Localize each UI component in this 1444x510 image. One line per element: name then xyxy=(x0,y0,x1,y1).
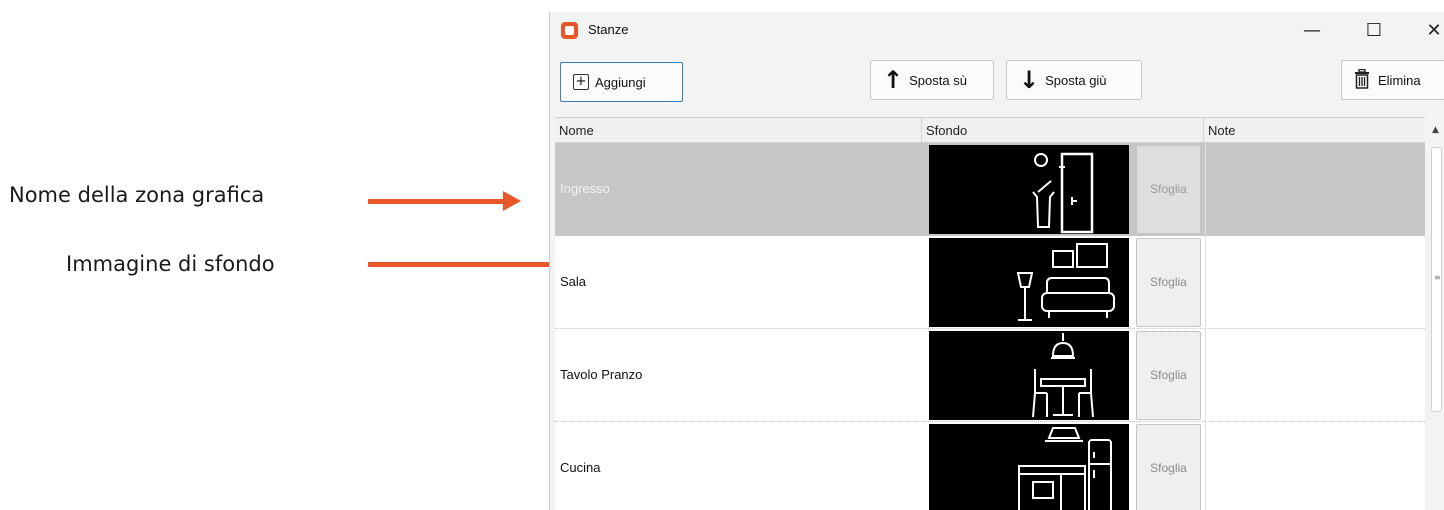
browse-button[interactable]: Sfoglia xyxy=(1136,331,1201,420)
title-bar: Stanze — ☐ ✕ xyxy=(550,12,1444,50)
window-title: Stanze xyxy=(588,22,629,37)
browse-button[interactable]: Sfoglia xyxy=(1136,424,1201,510)
column-header-note[interactable]: Note xyxy=(1204,118,1425,143)
room-name-cell[interactable]: Tavolo Pranzo xyxy=(555,329,922,421)
column-header-name[interactable]: Nome xyxy=(555,118,922,143)
scrollbar-thumb[interactable]: ≡ xyxy=(1431,147,1442,412)
background-image-cell[interactable] xyxy=(929,424,1129,510)
background-image-cell[interactable] xyxy=(929,145,1129,234)
browse-button[interactable]: Sfoglia xyxy=(1136,238,1201,327)
room-name-cell[interactable]: Sala xyxy=(555,236,922,328)
table-row[interactable]: Sala Sfoglia xyxy=(555,236,1425,329)
plus-box-icon: + xyxy=(573,74,589,90)
app-icon xyxy=(561,22,578,39)
column-header-background[interactable]: Sfondo xyxy=(922,118,1204,143)
minimize-button[interactable]: — xyxy=(1290,14,1334,48)
annotation-arrowhead-zone-name xyxy=(503,191,521,211)
scroll-up-arrow-icon[interactable]: ▲ xyxy=(1432,125,1439,135)
room-name-cell[interactable]: Cucina xyxy=(555,422,922,510)
note-cell[interactable] xyxy=(1205,329,1425,421)
move-down-button-label: Sposta giù xyxy=(1045,72,1107,88)
note-cell[interactable] xyxy=(1205,236,1425,328)
move-down-button[interactable]: ↓ Sposta giù xyxy=(1006,60,1142,100)
move-up-button-label: Sposta sù xyxy=(909,72,967,88)
note-cell[interactable] xyxy=(1205,143,1425,235)
grip-icon: ≡ xyxy=(1434,273,1441,282)
grid-header: Nome Sfondo Note xyxy=(555,117,1425,143)
rooms-grid: Nome Sfondo Note Ingresso Sfoglia Sala S… xyxy=(555,117,1425,510)
add-button-label: Aggiungi xyxy=(595,74,646,90)
arrow-down-icon: ↓ xyxy=(1019,66,1040,94)
note-cell[interactable] xyxy=(1205,422,1425,510)
add-button[interactable]: + Aggiungi xyxy=(560,62,683,102)
arrow-up-icon: ↑ xyxy=(883,66,904,94)
delete-button[interactable]: Elimina xyxy=(1341,60,1444,100)
background-image-cell[interactable] xyxy=(929,331,1129,420)
table-row[interactable]: Cucina Sfoglia xyxy=(555,422,1425,510)
table-row[interactable]: Tavolo Pranzo Sfoglia xyxy=(555,329,1425,422)
annotation-zone-name-label: Nome della zona grafica xyxy=(9,183,265,207)
delete-button-label: Elimina xyxy=(1378,72,1421,88)
entrance-room-icon xyxy=(1032,152,1094,234)
kitchen-icon xyxy=(1018,427,1112,510)
background-image-cell[interactable] xyxy=(929,238,1129,327)
vertical-scrollbar[interactable]: ▲ ≡ xyxy=(1427,117,1444,510)
close-button[interactable]: ✕ xyxy=(1412,14,1444,48)
annotation-arrow-zone-name xyxy=(368,199,506,204)
table-row[interactable]: Ingresso Sfoglia xyxy=(555,143,1425,236)
rooms-window: Stanze — ☐ ✕ + Aggiungi ↑ Sposta sù ↓ Sp… xyxy=(549,12,1444,510)
living-room-icon xyxy=(1016,243,1115,321)
move-up-button[interactable]: ↑ Sposta sù xyxy=(870,60,994,100)
room-name-cell[interactable]: Ingresso xyxy=(555,143,922,235)
maximize-button[interactable]: ☐ xyxy=(1352,14,1396,48)
browse-button[interactable]: Sfoglia xyxy=(1136,145,1201,234)
annotation-background-image-label: Immagine di sfondo xyxy=(66,252,275,276)
toolbar: + Aggiungi ↑ Sposta sù ↓ Sposta giù Elim… xyxy=(550,50,1444,120)
trash-icon xyxy=(1354,68,1370,92)
dining-table-icon xyxy=(1032,333,1094,418)
